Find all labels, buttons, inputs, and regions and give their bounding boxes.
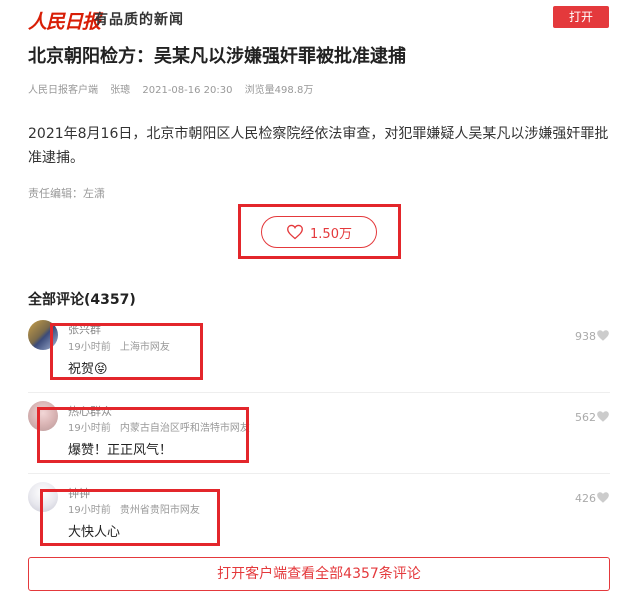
heart-icon bbox=[287, 224, 303, 240]
article-views: 浏览量498.8万 bbox=[244, 85, 314, 96]
header-slogan: 有品质的新闻 bbox=[94, 12, 184, 28]
article-datetime: 2021-08-16 20:30 bbox=[142, 85, 233, 96]
open-all-comments-button[interactable]: 打开客户端查看全部4357条评论 bbox=[28, 557, 610, 591]
thumb-up-icon[interactable] bbox=[596, 410, 610, 423]
comment-like-count: 938 bbox=[575, 330, 596, 343]
people-daily-logo: 人民日报 bbox=[28, 11, 101, 33]
comment-divider bbox=[28, 392, 610, 393]
article-source: 人民日报客户端 bbox=[28, 85, 98, 96]
comments-title: 全部评论(4357) bbox=[28, 292, 136, 308]
article-title: 北京朝阳检方：吴某凡以涉嫌强奸罪被批准逮捕 bbox=[28, 46, 406, 67]
comment-divider bbox=[28, 473, 610, 474]
comment-highlight-box bbox=[50, 323, 203, 380]
thumb-up-icon[interactable] bbox=[596, 329, 610, 342]
comment-like-count: 562 bbox=[575, 411, 596, 424]
open-app-button[interactable]: 打开 bbox=[553, 6, 609, 28]
thumb-up-icon[interactable] bbox=[596, 491, 610, 504]
like-count: 1.50万 bbox=[310, 226, 352, 242]
comment-highlight-box bbox=[37, 407, 249, 463]
like-button[interactable]: 1.50万 bbox=[261, 216, 377, 248]
article-body: 2021年8月16日，北京市朝阳区人民检察院经依法审查，对犯罪嫌疑人吴某凡以涉嫌… bbox=[28, 126, 609, 166]
article-editor: 责任编辑：左潇 bbox=[28, 187, 105, 200]
article-author: 张璁 bbox=[110, 85, 131, 96]
comment-highlight-box bbox=[40, 489, 220, 546]
comment-like-count: 426 bbox=[575, 492, 596, 505]
article-meta: 人民日报客户端 张璁 2021-08-16 20:30 浏览量498.8万 bbox=[28, 81, 322, 96]
